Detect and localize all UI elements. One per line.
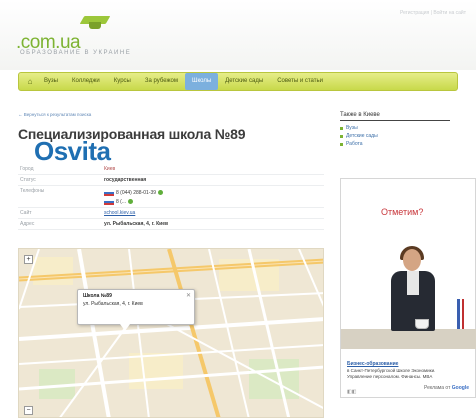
map-streets (19, 249, 323, 417)
location-map[interactable]: + − Школа №89 ул. Рыбальская, 4, г. Киев… (18, 248, 324, 418)
detail-row-address: Адрес ул. Рыбальская, 4, г. Киев (18, 219, 324, 230)
back-link[interactable]: ← Вернуться к результатам поиска (18, 112, 328, 120)
ad-options-icon[interactable]: ◧◧ (347, 389, 356, 395)
pens-image (457, 299, 467, 329)
school-details: Город Киев Статус государственная Телефо… (18, 164, 324, 230)
google-label: Google (451, 385, 469, 391)
ad-attribution: Реклама от Google (424, 385, 469, 391)
close-icon[interactable]: ✕ (186, 292, 191, 299)
main-content: ← Вернуться к результатам поиска Специал… (18, 112, 328, 418)
detail-row-city: Город Киев (18, 164, 324, 175)
ad-by-label: Реклама от (423, 385, 451, 391)
logo-tagline: ОБРАЗОВАНИЕ В УКРАИНЕ (20, 50, 132, 56)
status-label: Статус (20, 177, 36, 183)
ad-banner[interactable]: Отметим? Бизнес-образование в Санкт-Пете… (340, 178, 476, 398)
phone-1[interactable]: 8 (044) 288-01-39 (116, 190, 156, 196)
detail-row-phones: Телефоны 8 (044) 288-01-39 8 (... (18, 186, 324, 208)
balloon-pointer (120, 324, 130, 331)
nav-item-schools[interactable]: Школы (184, 73, 219, 90)
phones-label: Телефоны (20, 188, 45, 194)
sidebar-item-jobs[interactable]: Работа (340, 140, 470, 148)
city-label: Город (20, 166, 34, 172)
detail-row-status: Статус государственная (18, 175, 324, 186)
detail-row-site: Сайт school.kiev.ua (18, 208, 324, 219)
bullet-icon (340, 142, 343, 146)
businesswoman-image (387, 246, 439, 333)
phone-2[interactable]: 8 (... (116, 199, 126, 205)
ad-description-1: в Санкт-Петербургской Школе Экономики. (347, 368, 436, 373)
sidebar-item-kindergartens[interactable]: Детские сады (340, 132, 470, 140)
site-label: Сайт (20, 210, 32, 216)
top-links[interactable]: Регистрация | Войти на сайт (400, 10, 466, 16)
sidebar-list: Вузы Детские сады Работа (340, 124, 470, 148)
ad-link[interactable]: Бизнес-образование (347, 361, 398, 367)
sidebar-title: Также в Киеве (340, 112, 450, 121)
balloon-address: ул. Рыбальская, 4, г. Киев (83, 301, 143, 307)
graduation-cap-icon (79, 14, 111, 32)
balloon-title: Школа №89 (83, 293, 112, 299)
bullet-icon (340, 134, 343, 138)
sidebar-item-vuzy[interactable]: Вузы (340, 124, 470, 132)
sidebar: Также в Киеве Вузы Детские сады Работа (340, 112, 470, 148)
page: Osvita .com.ua ОБРАЗОВАНИЕ В УКРАИНЕ Реги… (0, 0, 476, 418)
sidebar-item-label: Работа (346, 141, 363, 147)
call-icon[interactable] (128, 199, 134, 204)
zoom-out-button[interactable]: − (24, 406, 33, 415)
ad-description-2: Управление персоналом. Финансы. MBA (347, 374, 433, 379)
sidebar-item-label: Вузы (346, 125, 358, 131)
bullet-icon (340, 126, 343, 130)
city-value[interactable]: Киев (104, 166, 115, 172)
status-value: государственная (104, 177, 147, 183)
address-label: Адрес (20, 221, 35, 227)
address-value: ул. Рыбальская, 4, г. Киев (104, 221, 169, 227)
header: Osvita .com.ua ОБРАЗОВАНИЕ В УКРАИНЕ Реги… (0, 0, 476, 166)
cup-image (415, 319, 429, 329)
call-icon[interactable] (158, 190, 164, 195)
nav-item-articles[interactable]: Советы и статьи (270, 73, 330, 90)
sidebar-item-label: Детские сады (346, 133, 378, 139)
home-icon[interactable]: ⌂ (23, 77, 37, 86)
nav-item-kindergartens[interactable]: Детские сады (218, 73, 270, 90)
site-link[interactable]: school.kiev.ua (104, 210, 135, 216)
ad-question: Отметим? (381, 207, 424, 217)
ua-flag-icon (104, 189, 114, 196)
nav-item-colleges[interactable]: Колледжи (65, 73, 107, 90)
nav-item-courses[interactable]: Курсы (107, 73, 138, 90)
nav-item-abroad[interactable]: За рубежом (138, 73, 185, 90)
phones-list: 8 (044) 288-01-39 8 (... (104, 188, 164, 206)
page-title: Специализированная школа №89 (18, 126, 246, 142)
ua-flag-icon (104, 198, 114, 205)
nav-item-vuzy[interactable]: Вузы (37, 73, 65, 90)
main-navigation: ⌂ Вузы Колледжи Курсы За рубежом Школы Д… (18, 72, 458, 91)
map-balloon: Школа №89 ул. Рыбальская, 4, г. Киев ✕ (77, 289, 195, 331)
zoom-in-button[interactable]: + (24, 255, 33, 264)
